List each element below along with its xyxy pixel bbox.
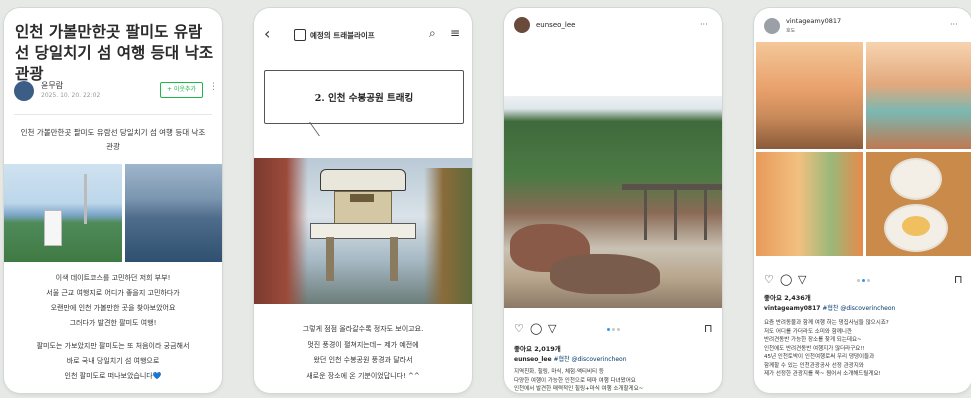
- menu-icon[interactable]: ≡: [450, 26, 460, 40]
- pavilion-roof: [320, 169, 406, 191]
- cafe-photo-3[interactable]: [756, 152, 863, 256]
- pavilion-pillar: [326, 237, 334, 281]
- caption-body: 지역친화, 힐링, 마식, 체험·액티비티 등 다양한 여행이 가능한 인천으로…: [514, 369, 644, 392]
- back-icon[interactable]: ‹: [264, 24, 270, 43]
- bridge: [622, 184, 722, 190]
- follow-button[interactable]: + 이웃추가: [160, 82, 203, 98]
- bridge-pillar: [644, 190, 647, 240]
- blog-post-phone-2: ‹ 예정의 트래블라이프 ⌕ ≡ 2. 인천 수봉공원 트래킹 그렇게 점점 올…: [254, 8, 472, 393]
- caption-header: eunseo_lee #협찬 @discoverincheon: [514, 356, 627, 363]
- comment-icon[interactable]: ◯: [780, 273, 792, 286]
- like-count[interactable]: 좋아요 2,436개: [764, 292, 811, 302]
- post-caption: 그렇게 점점 올라갈수록 정자도 보이고요. 멋진 풍경이 펼쳐지는데~ 제가 …: [302, 325, 424, 380]
- carousel-dot-active: [862, 279, 865, 282]
- author-name[interactable]: 윤무람: [41, 80, 63, 91]
- user-avatar[interactable]: [514, 17, 530, 33]
- post-date: 2025. 10. 20. 22:02: [41, 92, 101, 99]
- food-photo[interactable]: [866, 152, 971, 256]
- like-count[interactable]: 좋아요 2,019개: [514, 343, 561, 353]
- pavilion-sign: [350, 194, 374, 202]
- lighthouse-photo[interactable]: [4, 164, 122, 262]
- sea-photo[interactable]: [125, 164, 222, 262]
- section-heading: 2. 인천 수봉공원 트래킹: [314, 93, 414, 104]
- cafe-photo-1[interactable]: [756, 42, 863, 149]
- pavilion-pillar: [390, 237, 398, 281]
- share-icon[interactable]: ▽: [548, 322, 556, 335]
- blog-post-phone-1: 인천 가볼만한곳 팔미도 유람선 당일치기 섬 여행 등대 낙조 관광 윤무람 …: [4, 8, 222, 393]
- rock: [550, 254, 660, 294]
- carousel-dot: [612, 328, 615, 331]
- post-body-paragraph-1: 이색 데이트코스를 고민하던 저희 부부! 서울 근교 여행지로 어디가 좋을지…: [46, 274, 180, 327]
- like-icon[interactable]: ♡: [514, 322, 524, 335]
- carousel-dot: [857, 279, 860, 282]
- comment-icon[interactable]: ◯: [530, 322, 542, 335]
- more-options-icon[interactable]: ⋮: [209, 82, 218, 92]
- caption-header: vintageamy0817 #협찬 @discoverincheon: [764, 305, 896, 312]
- bridge-pillar: [674, 190, 677, 240]
- more-options-icon[interactable]: ···: [700, 20, 708, 29]
- bridge-pillar: [704, 190, 707, 240]
- location[interactable]: 호도: [786, 27, 795, 34]
- autumn-tree-left: [254, 158, 308, 304]
- speech-bubble-tail: [309, 122, 334, 136]
- blog-logo-icon: [294, 29, 306, 41]
- user-avatar[interactable]: [764, 18, 780, 34]
- username[interactable]: vintageamy0817: [786, 17, 841, 25]
- divider: [14, 114, 212, 115]
- username[interactable]: eunseo_lee: [536, 21, 575, 29]
- like-icon[interactable]: ♡: [764, 273, 774, 286]
- post-body-paragraph-2: 팔미도는 가보았지만 팔미도는 또 처음이라 궁금해서 바로 국내 당일치기 섬…: [36, 342, 190, 380]
- bookmark-icon[interactable]: ⊓: [954, 273, 963, 286]
- autumn-tree-right: [424, 168, 472, 304]
- share-icon[interactable]: ▽: [798, 273, 806, 286]
- carousel-dot: [867, 279, 870, 282]
- blog-name[interactable]: 예정의 트래블라이프: [310, 30, 375, 41]
- bookmark-icon[interactable]: ⊓: [704, 322, 713, 335]
- carousel-dot-active: [607, 328, 610, 331]
- more-options-icon[interactable]: ···: [950, 20, 958, 29]
- instagram-post-phone-3: eunseo_lee ··· ♡ ◯ ▽ ⊓ 좋아요 2,019개 eunseo…: [504, 8, 722, 393]
- cafe-photo-2[interactable]: [866, 42, 971, 149]
- carousel-dot: [617, 328, 620, 331]
- post-subtitle: 인천 가볼만한곳 팔미도 유람선 당일치기 섬 여행 등대 낙조 관광: [20, 128, 206, 151]
- author-avatar[interactable]: [14, 81, 34, 101]
- post-title: 인천 가볼만한곳 팔미도 유람선 당일치기 섬 여행 등대 낙조 관광: [15, 23, 214, 83]
- search-icon[interactable]: ⌕: [429, 26, 436, 41]
- caption-body: 요즘 반려동물과 함께 여행 하는 댕집사님들 많으시죠? 저도 어디를 가더라…: [764, 320, 889, 377]
- instagram-post-phone-4: vintageamy0817 호도 ··· ♡ ◯ ▽ ⊓ 좋아요 2,436개…: [754, 8, 971, 393]
